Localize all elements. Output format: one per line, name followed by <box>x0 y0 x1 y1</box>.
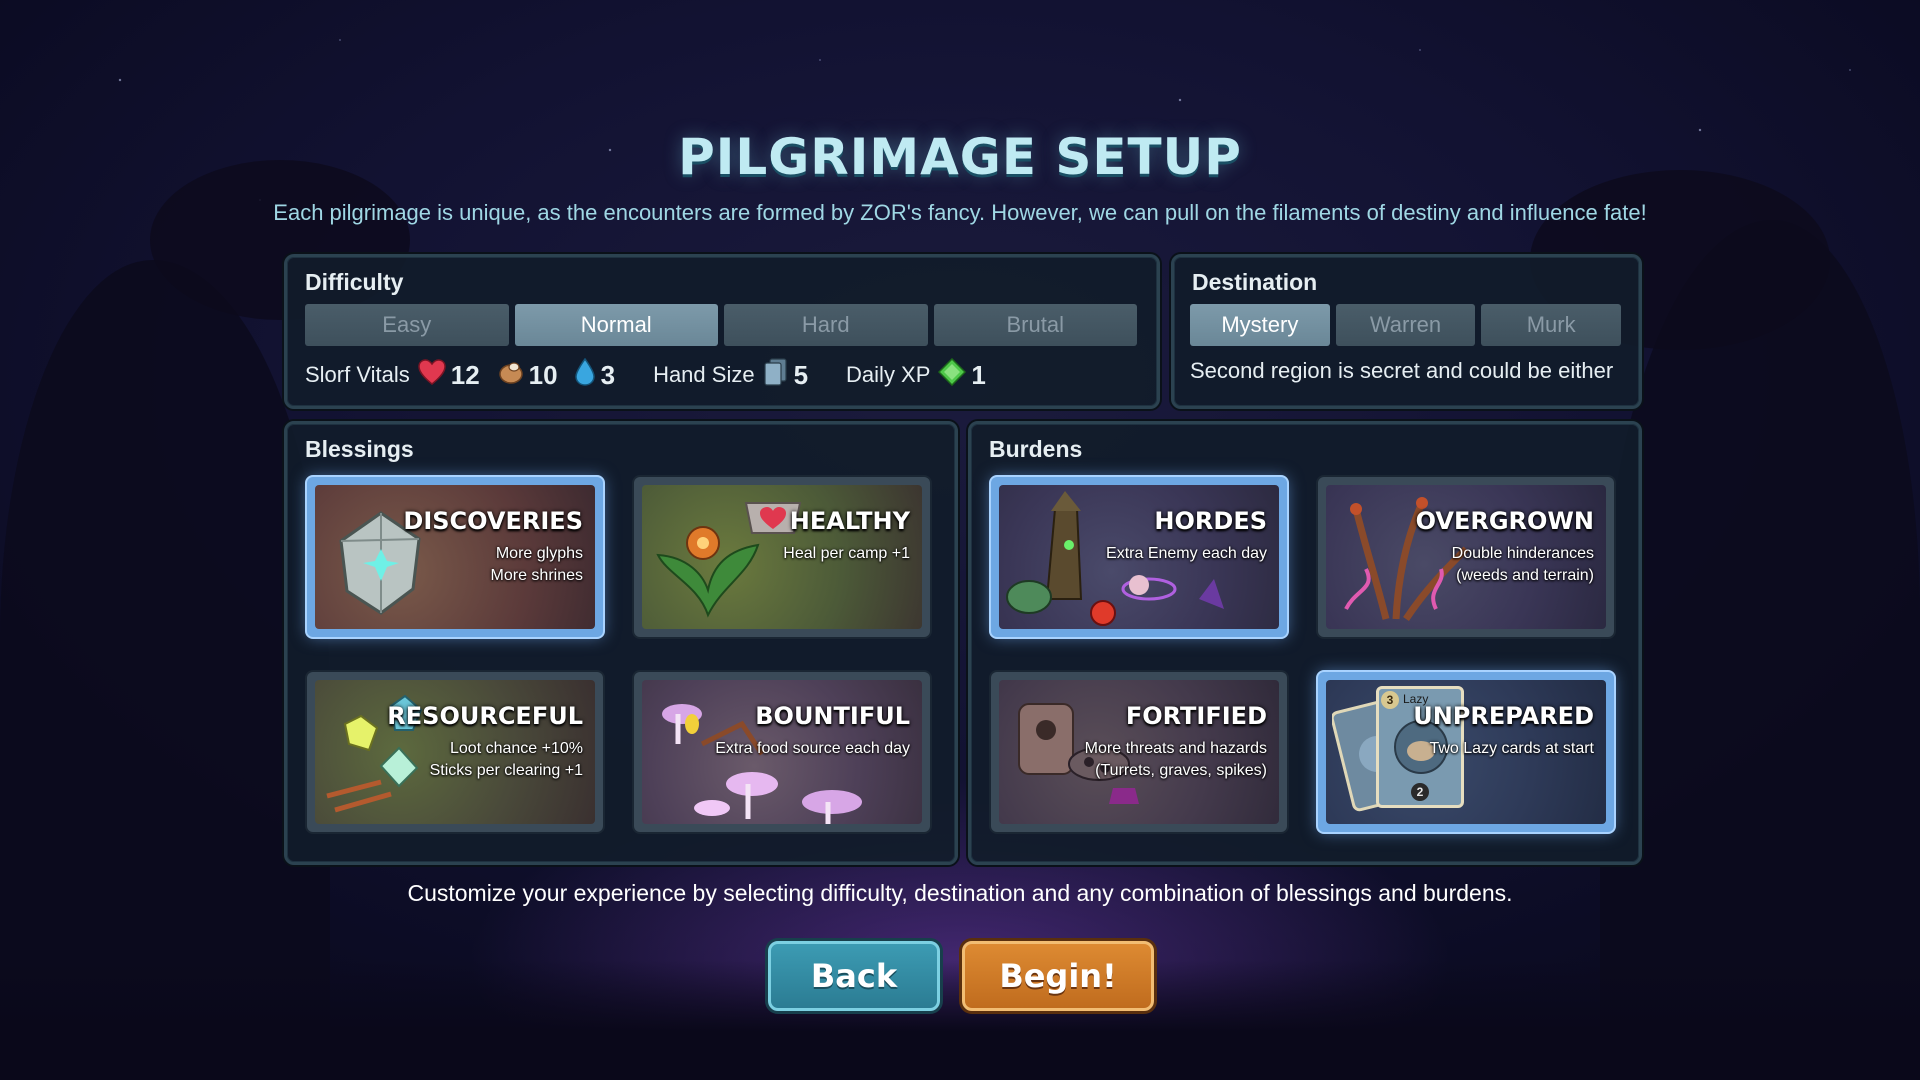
health-value: 12 <box>450 359 480 390</box>
resourceful-description: Loot chance +10% Sticks per clearing +1 <box>429 740 583 779</box>
healthy-card-art: HEALTHY Heal per camp +1 <box>642 485 922 629</box>
slorf-vitals-label: Slorf Vitals <box>305 362 410 387</box>
difficulty-title: Difficulty <box>305 269 404 295</box>
lazy-card-cost-badge: 3 <box>1381 691 1399 709</box>
blessing-card-bountiful[interactable]: BOUNTIFUL Extra food source each day <box>634 672 930 832</box>
hand-size-value: 5 <box>793 359 809 390</box>
resourceful-name: RESOURCEFUL <box>387 702 583 730</box>
water-drop-icon <box>574 357 596 392</box>
burden-card-overgrown[interactable]: OVERGROWN Double hinderances (weeds and … <box>1318 477 1614 637</box>
discoveries-name: DISCOVERIES <box>403 507 583 535</box>
blessings-panel: Blessings DISCOVERIES More glyphs More s… <box>284 421 958 865</box>
footer-instructions: Customize your experience by selecting d… <box>407 880 1513 906</box>
daily-xp-label: Daily XP <box>846 362 931 387</box>
discoveries-card-art: DISCOVERIES More glyphs More shrines <box>315 485 595 629</box>
destination-murk-button[interactable]: Murk <box>1481 304 1622 346</box>
destination-panel: Destination Mystery Warren Murk Second r… <box>1171 254 1642 409</box>
hordes-card-art: HORDES Extra Enemy each day <box>999 485 1279 629</box>
destination-selector: Mystery Warren Murk <box>1190 304 1622 346</box>
page-title: PILGRIMAGE SETUP <box>678 128 1242 186</box>
burden-card-unprepared[interactable]: 3 Lazy 2 UNPREPARED Two Lazy cards at st… <box>1318 672 1614 832</box>
resourceful-card-art: RESOURCEFUL Loot chance +10% Sticks per … <box>315 680 595 824</box>
overgrown-description: Double hinderances (weeds and terrain) <box>1451 545 1594 584</box>
unprepared-description: Two Lazy cards at start <box>1429 740 1594 757</box>
hordes-description: Extra Enemy each day <box>1106 545 1267 562</box>
blessing-card-discoveries[interactable]: DISCOVERIES More glyphs More shrines <box>307 477 603 637</box>
fortified-description: More threats and hazards (Turrets, grave… <box>1084 740 1267 779</box>
healthy-description: Heal per camp +1 <box>783 545 910 562</box>
destination-warren-button[interactable]: Warren <box>1335 304 1476 346</box>
destination-description: Second region is secret and could be eit… <box>1190 358 1614 383</box>
blessings-title: Blessings <box>305 436 414 462</box>
unprepared-card-art: 3 Lazy 2 UNPREPARED Two Lazy cards at st… <box>1326 680 1606 824</box>
ground-silhouette <box>0 960 1920 1080</box>
back-button[interactable]: Back <box>768 941 940 1011</box>
daily-xp-value: 1 <box>971 359 986 390</box>
lazy-card-count-badge: 2 <box>1411 783 1429 801</box>
difficulty-hard-button[interactable]: Hard <box>724 304 928 346</box>
blessing-card-healthy[interactable]: HEALTHY Heal per camp +1 <box>634 477 930 637</box>
water-value: 3 <box>600 359 616 390</box>
bountiful-description: Extra food source each day <box>715 740 910 757</box>
hand-size-label: Hand Size <box>653 362 755 387</box>
difficulty-brutal-button[interactable]: Brutal <box>933 304 1137 346</box>
burdens-title: Burdens <box>989 436 1083 462</box>
card-icon <box>763 358 789 392</box>
healthy-name: HEALTHY <box>789 507 910 535</box>
overgrown-name: OVERGROWN <box>1415 507 1594 535</box>
tree-silhouette-left <box>0 260 330 1080</box>
tree-silhouette-right <box>1600 220 1920 1080</box>
difficulty-panel: Difficulty Easy Normal Hard Brutal Slorf… <box>284 254 1160 409</box>
fortified-card-art: FORTIFIED More threats and hazards (Turr… <box>999 680 1279 824</box>
burden-card-fortified[interactable]: FORTIFIED More threats and hazards (Turr… <box>991 672 1287 832</box>
fortified-name: FORTIFIED <box>1125 702 1267 730</box>
bountiful-name: BOUNTIFUL <box>755 702 910 730</box>
hordes-name: HORDES <box>1154 507 1267 535</box>
destination-mystery-button[interactable]: Mystery <box>1190 304 1330 346</box>
burden-card-hordes[interactable]: HORDES Extra Enemy each day <box>991 477 1287 637</box>
difficulty-selector: Easy Normal Hard Brutal <box>305 304 1137 346</box>
heart-icon <box>417 359 446 391</box>
page-subtitle: Each pilgrimage is unique, as the encoun… <box>273 200 1647 225</box>
discoveries-description: More glyphs More shrines <box>490 545 583 584</box>
blessing-card-resourceful[interactable]: RESOURCEFUL Loot chance +10% Sticks per … <box>307 672 603 832</box>
food-icon <box>496 359 524 391</box>
destination-title: Destination <box>1192 269 1318 295</box>
difficulty-easy-button[interactable]: Easy <box>305 304 509 346</box>
food-value: 10 <box>528 359 558 390</box>
difficulty-normal-button[interactable]: Normal <box>514 304 718 346</box>
overgrown-card-art: OVERGROWN Double hinderances (weeds and … <box>1326 485 1606 629</box>
difficulty-stats: Slorf Vitals 12 10 3 Hand Size 5 Daily X… <box>305 357 994 392</box>
begin-button[interactable]: Begin! <box>962 941 1154 1011</box>
burdens-panel: Burdens HORDES Extra Enemy each day OVER… <box>968 421 1642 865</box>
bountiful-card-art: BOUNTIFUL Extra food source each day <box>642 680 922 824</box>
xp-gem-icon <box>938 357 967 392</box>
unprepared-name: UNPREPARED <box>1413 702 1594 730</box>
